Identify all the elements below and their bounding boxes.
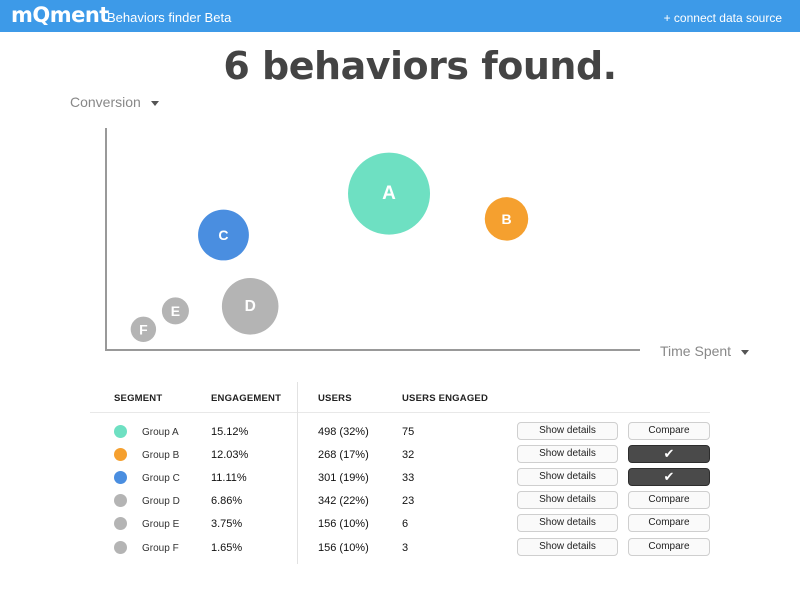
engagement-value: 1.65% bbox=[211, 542, 243, 554]
table-row: Group C 11.11% 301 (19%) 33 Show details Comp… bbox=[90, 467, 710, 489]
table-row: Group E 3.75% 156 (10%) 6 Show details Compar… bbox=[90, 513, 710, 535]
users-engaged-value: 75 bbox=[402, 426, 415, 438]
bubble-label: E bbox=[171, 303, 180, 319]
users-engaged-value: 32 bbox=[402, 449, 415, 461]
users-engaged-value: 3 bbox=[402, 542, 409, 554]
table-row: Group D 6.86% 342 (22%) 23 Show details Compa… bbox=[90, 490, 710, 512]
segment-name: Group B bbox=[142, 450, 180, 461]
segment-color-dot bbox=[114, 425, 127, 438]
users-value: 498 (32%) bbox=[318, 426, 369, 438]
show-details-button[interactable]: Show details bbox=[517, 514, 618, 532]
app-logo[interactable]: mQment bbox=[11, 3, 109, 27]
page-title: 6 behaviors found. bbox=[223, 44, 617, 88]
compare-button-label: Compare bbox=[648, 425, 690, 436]
table-row: Group A 15.12% 498 (32%) 75 Show details Comp… bbox=[90, 421, 710, 443]
engagement-value: 11.11% bbox=[211, 472, 247, 484]
y-axis-label: Conversion bbox=[70, 94, 141, 110]
checkmark-icon: ✔ bbox=[663, 469, 675, 484]
bubble-label: C bbox=[218, 227, 228, 243]
table-row: Group B 12.03% 268 (17%) 32 Show details Comp… bbox=[90, 444, 710, 466]
segment-name: Group C bbox=[142, 473, 180, 484]
engagement-value: 12.03% bbox=[211, 449, 249, 461]
table-row: Group F 1.65% 156 (10%) 3 Show details Compar… bbox=[90, 537, 710, 559]
column-header-segment: SEGMENT bbox=[114, 393, 163, 404]
segment-color-dot bbox=[114, 448, 127, 461]
bubble-chart: A B C D E F bbox=[105, 128, 640, 351]
y-axis-select[interactable]: Conversion bbox=[70, 94, 159, 110]
segment-name: Group D bbox=[142, 496, 180, 507]
app-title: Behaviors finder Beta bbox=[107, 10, 232, 25]
segment-name: Group A bbox=[142, 427, 179, 438]
compare-button-label: Compare bbox=[648, 517, 690, 528]
segment-color-dot bbox=[114, 541, 127, 554]
users-engaged-value: 6 bbox=[402, 518, 409, 530]
checkmark-icon: ✔ bbox=[663, 446, 675, 461]
show-details-button[interactable]: Show details bbox=[517, 468, 618, 486]
compare-button-label: Compare bbox=[648, 541, 690, 552]
users-value: 342 (22%) bbox=[318, 495, 369, 507]
show-details-button[interactable]: Show details bbox=[517, 445, 618, 463]
users-value: 268 (17%) bbox=[318, 449, 369, 461]
segment-color-dot bbox=[114, 517, 127, 530]
show-details-button[interactable]: Show details bbox=[517, 538, 618, 556]
compare-button[interactable]: Compare✔ bbox=[628, 445, 710, 463]
chevron-down-icon bbox=[150, 100, 159, 106]
users-engaged-value: 23 bbox=[402, 495, 415, 507]
compare-button[interactable]: Compare✔ bbox=[628, 422, 710, 440]
show-details-button[interactable]: Show details bbox=[517, 491, 618, 509]
bubble-label: D bbox=[245, 298, 256, 315]
compare-button[interactable]: Compare✔ bbox=[628, 514, 710, 532]
segments-table: SEGMENT ENGAGEMENT USERS USERS ENGAGED G… bbox=[90, 382, 710, 567]
compare-button[interactable]: Compare✔ bbox=[628, 538, 710, 556]
header-divider bbox=[90, 412, 710, 413]
users-value: 156 (10%) bbox=[318, 542, 369, 554]
bubble-label: A bbox=[382, 183, 396, 204]
compare-button[interactable]: Compare✔ bbox=[628, 468, 710, 486]
segment-name: Group F bbox=[142, 543, 179, 554]
engagement-value: 15.12% bbox=[211, 426, 249, 438]
top-bar: mQment Behaviors finder Beta + connect d… bbox=[0, 0, 800, 32]
bubble-label: B bbox=[501, 211, 511, 227]
engagement-value: 3.75% bbox=[211, 518, 243, 530]
connect-data-source-link[interactable]: + connect data source bbox=[664, 11, 782, 25]
segment-color-dot bbox=[114, 494, 127, 507]
users-value: 156 (10%) bbox=[318, 518, 369, 530]
compare-button[interactable]: Compare✔ bbox=[628, 491, 710, 509]
users-engaged-value: 33 bbox=[402, 472, 415, 484]
column-header-users: USERS bbox=[318, 393, 352, 404]
column-header-users-engaged: USERS ENGAGED bbox=[402, 393, 489, 404]
users-value: 301 (19%) bbox=[318, 472, 369, 484]
compare-button-label: Compare bbox=[648, 494, 690, 505]
column-header-engagement: ENGAGEMENT bbox=[211, 393, 282, 404]
bubble-label: F bbox=[139, 321, 148, 337]
segment-color-dot bbox=[114, 471, 127, 484]
segment-name: Group E bbox=[142, 519, 180, 530]
show-details-button[interactable]: Show details bbox=[517, 422, 618, 440]
engagement-value: 6.86% bbox=[211, 495, 243, 507]
